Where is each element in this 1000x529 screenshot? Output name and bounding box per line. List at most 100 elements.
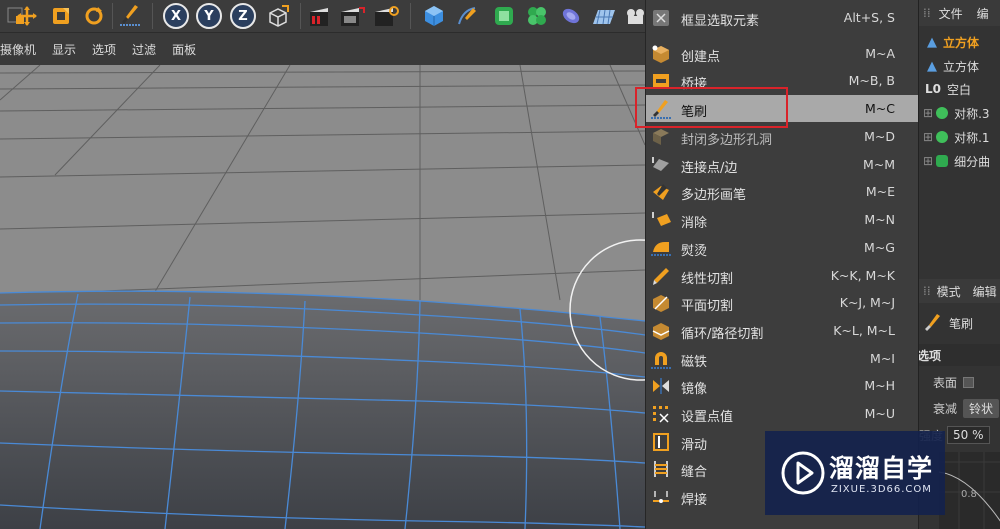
menu-item-shortcut: M~U [864, 406, 895, 421]
magnet-icon [651, 352, 671, 369]
menu-item-create-point[interactable]: 创建点 M~A [646, 40, 919, 67]
set-point-value-icon [653, 406, 669, 423]
coordinate-system-icon[interactable] [264, 2, 292, 30]
play-logo-icon [781, 451, 825, 495]
cube-primitive-icon[interactable] [420, 2, 448, 30]
menu-item-plane-cut[interactable]: 平面切割 K~J, M~J [646, 289, 919, 316]
viewport-menu-display[interactable]: 显示 [52, 41, 76, 58]
watermark-logo: 溜溜自学 ZIXUE.3D66.COM [765, 431, 945, 515]
viewport-menu-camera[interactable]: 摄像机 [0, 41, 36, 58]
field-falloff: 衰减 铃状 [919, 397, 1000, 419]
create-point-icon [652, 45, 669, 63]
viewport-scene[interactable] [0, 65, 645, 529]
menu-item-label: 创建点 [681, 50, 721, 65]
object-row-cube-1[interactable]: ▲ 立方体 [919, 31, 1000, 53]
tree-expand-icon[interactable]: ⊞ [923, 106, 933, 120]
brush-icon [651, 100, 671, 119]
menu-item-magnet[interactable]: 磁铁 M~I [646, 345, 919, 372]
object-row-cube-2[interactable]: ▲ 立方体 [919, 55, 1000, 77]
object-name: 立方体 [943, 59, 980, 74]
brush-toolbar-icon[interactable] [116, 2, 144, 30]
viewport-menu-filter[interactable]: 过滤 [132, 41, 156, 58]
pen-spline-icon[interactable] [453, 2, 481, 30]
menu-item-bridge[interactable]: 桥接 M~B, B [646, 67, 919, 94]
menu-item-dissolve[interactable]: 消除 M~N [646, 206, 919, 233]
symmetry-object-icon [936, 131, 949, 143]
menu-item-brush[interactable]: 笔刷 M~C [646, 95, 919, 122]
brush-tool-icon [925, 314, 940, 331]
menu-item-label: 设置点值 [681, 410, 734, 425]
menu-item-set-point-value[interactable]: 设置点值 M~U [646, 400, 919, 427]
tool-name: 笔刷 [949, 316, 974, 331]
menu-item-shortcut: K~L, M~L [833, 323, 895, 338]
falloff-graph[interactable]: 0.8 [938, 452, 1000, 529]
x-axis-lock-button[interactable]: X [162, 2, 190, 30]
floor-icon[interactable] [590, 2, 618, 30]
tree-expand-icon[interactable]: ⊞ [923, 154, 933, 168]
cube-object-icon: ▲ [927, 34, 937, 50]
menu-item-shortcut: K~K, M~K [830, 268, 895, 283]
connect-points-icon [652, 157, 669, 171]
render-settings-icon[interactable] [372, 2, 400, 30]
menu-item-line-cut[interactable]: 线性切割 K~K, M~K [646, 262, 919, 289]
menu-item-label: 线性切割 [681, 272, 734, 287]
plane-cut-icon [653, 295, 669, 312]
menu-item-polygon-pen[interactable]: 多边形画笔 M~E [646, 178, 919, 205]
menu-item-frame-select[interactable]: 框显选取元素 Alt+S, S [646, 4, 919, 31]
falloff-dropdown[interactable]: 铃状 [963, 398, 1000, 418]
viewport-menu-bar: 摄像机 显示 选项 过滤 面板 [0, 33, 645, 65]
slide-icon [653, 433, 669, 451]
menu-item-close-hole[interactable]: 封闭多边形孔洞 M~D [646, 123, 919, 150]
menu-item-shortcut: M~I [870, 351, 895, 366]
menu-item-shortcut: M~B, B [848, 73, 895, 88]
menu-item-label: 熨烫 [681, 244, 708, 259]
object-name: 立方体 [943, 35, 980, 50]
menu-item-label: 笔刷 [681, 105, 708, 120]
tree-expand-icon[interactable]: ⊞ [923, 130, 933, 144]
surface-checkbox[interactable] [963, 376, 975, 388]
cloner-icon[interactable] [523, 2, 551, 30]
object-row-symmetry-1[interactable]: ⊞ 对称.1 [919, 126, 1000, 148]
tab-mode[interactable]: 模式 [937, 283, 961, 300]
tab-file[interactable]: 文件 [939, 5, 963, 22]
menu-item-label: 磁铁 [681, 355, 708, 370]
tab-edit-attr[interactable]: 编辑 [973, 283, 997, 300]
watermark-url: ZIXUE.3D66.COM [831, 484, 932, 495]
object-row-null[interactable]: L0 空白 [919, 78, 1000, 100]
render-picture-viewer-icon[interactable] [338, 2, 366, 30]
3d-viewport[interactable]: 摄像机 显示 选项 过滤 面板 [0, 33, 645, 529]
mesh-object[interactable] [0, 291, 645, 529]
tab-edit[interactable]: 编 [977, 5, 989, 22]
deformer-icon[interactable] [557, 2, 585, 30]
object-row-subdivision[interactable]: ⊞ 细分曲 [919, 150, 1000, 172]
z-axis-label: Z [230, 3, 256, 29]
menu-item-label: 缝合 [681, 465, 708, 480]
menu-item-connect-points[interactable]: 连接点/边 M~M [646, 151, 919, 178]
object-row-symmetry-3[interactable]: ⊞ 对称.3 [919, 102, 1000, 124]
viewport-menu-options[interactable]: 选项 [92, 41, 116, 58]
menu-item-label: 桥接 [681, 77, 708, 92]
menu-item-label: 多边形画笔 [681, 188, 747, 203]
menu-item-label: 连接点/边 [681, 161, 738, 176]
render-view-icon[interactable] [306, 2, 334, 30]
menu-item-shortcut: K~J, M~J [839, 295, 895, 310]
move-tool-icon[interactable] [13, 2, 41, 30]
subdivision-surface-icon[interactable] [490, 2, 518, 30]
z-axis-lock-button[interactable]: Z [229, 2, 257, 30]
cube-object-icon: ▲ [927, 58, 937, 74]
menu-item-loop-cut[interactable]: 循环/路径切割 K~L, M~L [646, 317, 919, 344]
field-label: 衰减 [933, 401, 958, 416]
loop-cut-icon [652, 323, 670, 340]
strength-input[interactable]: 50 % [947, 426, 990, 444]
scale-icon[interactable] [47, 2, 75, 30]
rotate-icon[interactable] [80, 2, 108, 30]
menu-item-iron[interactable]: 熨烫 M~G [646, 234, 919, 261]
section-options[interactable]: 选项 [919, 344, 1000, 366]
bridge-icon [653, 74, 669, 88]
menu-item-mirror[interactable]: 镜像 M~H [646, 372, 919, 399]
menu-item-shortcut: M~C [865, 101, 895, 116]
close-hole-icon [653, 129, 669, 145]
viewport-menu-panel[interactable]: 面板 [172, 41, 196, 58]
object-name: 对称.3 [954, 106, 990, 121]
y-axis-lock-button[interactable]: Y [195, 2, 223, 30]
